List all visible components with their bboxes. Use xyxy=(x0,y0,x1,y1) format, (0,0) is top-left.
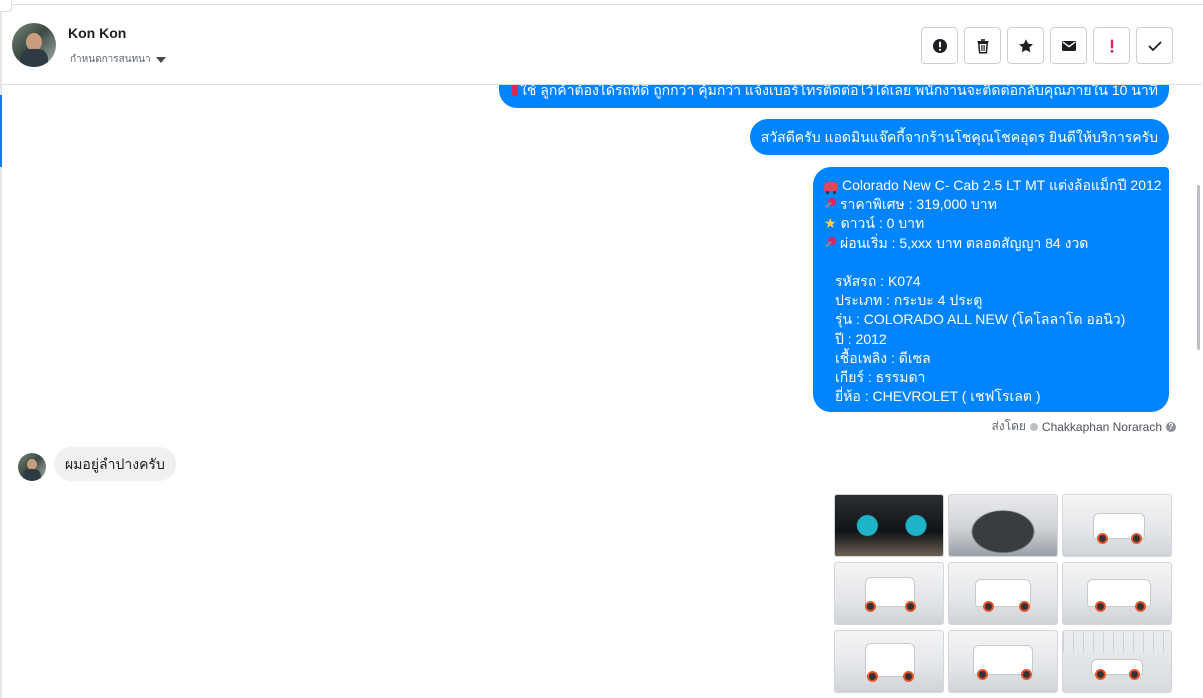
inbox-conversation-view: Kon Kon กำหนดการสนทนา ใช้ ลูกค้าต้องได้ร… xyxy=(0,0,1203,698)
message-thread[interactable]: ใช้ ลูกค้าต้องได้รถที่ดี ถูกกว่า คุ้มกว่… xyxy=(2,85,1196,698)
listing-installment: ผ่อนเริ่ม : 5,xxx บาท ตลอดสัญญา 84 งวด xyxy=(840,234,1089,251)
contact-avatar[interactable] xyxy=(12,23,56,67)
photo-thumbnail[interactable] xyxy=(834,494,944,557)
listing-code: รหัสรถ : K074 xyxy=(835,272,921,289)
photo-thumbnail[interactable] xyxy=(834,630,944,693)
photo-thumbnail[interactable] xyxy=(1062,562,1172,625)
spam-button[interactable] xyxy=(921,27,958,64)
help-icon[interactable]: ? xyxy=(1166,421,1176,432)
listing-title: Colorado New C- Cab 2.5 LT MT แต่งล้อแม็… xyxy=(842,177,1162,193)
sent-by-label: ส่งโดย xyxy=(991,419,1026,433)
conversation-actions xyxy=(921,27,1173,64)
listing-price: ราคาพิเศษ : 319,000 บาท xyxy=(840,196,997,213)
outgoing-message[interactable]: ใช้ ลูกค้าต้องได้รถที่ดี ถูกกว่า คุ้มกว่… xyxy=(499,85,1169,108)
checkmark-icon xyxy=(1148,41,1161,51)
photo-thumbnail[interactable] xyxy=(1062,630,1172,693)
caret-down-icon xyxy=(155,56,166,63)
mark-done-button[interactable] xyxy=(1136,27,1173,64)
photo-thumbnail[interactable] xyxy=(948,630,1058,693)
photo-attachment-grid xyxy=(834,494,1174,693)
listing-year: ปี : 2012 xyxy=(835,330,887,347)
incoming-message-text: ผมอยู่ลำปางครับ xyxy=(65,456,165,472)
car-emoji-icon xyxy=(824,182,838,194)
listing-type: ประเภท : กระบะ 4 ประตู xyxy=(835,292,983,309)
mark-unread-button[interactable] xyxy=(1050,27,1087,64)
alert-circle-icon xyxy=(932,38,947,53)
sent-by-info: ส่งโดย Chakkaphan Norarach ? xyxy=(991,417,1176,436)
contact-name[interactable]: Kon Kon xyxy=(68,25,126,41)
verified-icon xyxy=(1029,422,1038,431)
star-emoji-icon: ★ xyxy=(824,215,837,232)
photo-thumbnail[interactable] xyxy=(1062,494,1172,557)
envelope-icon xyxy=(1061,40,1076,51)
outgoing-message-text: สวัสดีครับ แอดมินแจ๊คกี้จากร้านโชคุณโชคอ… xyxy=(760,129,1158,145)
outgoing-message[interactable]: สวัสดีครับ แอดมินแจ๊คกี้จากร้านโชคุณโชคอ… xyxy=(749,119,1169,155)
conversation-header: Kon Kon กำหนดการสนทนา xyxy=(2,5,1202,85)
photo-thumbnail[interactable] xyxy=(834,562,944,625)
delete-button[interactable] xyxy=(964,27,1001,64)
sent-by-agent[interactable]: Chakkaphan Norarach xyxy=(1042,420,1162,434)
listing-gear: เกียร์ : ธรรมดา xyxy=(835,368,926,385)
conversation-stage-label: กำหนดการสนทนา xyxy=(70,54,151,65)
star-icon xyxy=(1018,38,1033,52)
outgoing-message-text: ใช้ ลูกค้าต้องได้รถที่ดี ถูกกว่า คุ้มกว่… xyxy=(510,85,1158,98)
scrollbar[interactable] xyxy=(1197,185,1200,350)
incoming-message[interactable]: ผมอยู่ลำปางครับ xyxy=(54,447,176,481)
pushpin-emoji-icon xyxy=(824,198,836,210)
photo-thumbnail[interactable] xyxy=(948,562,1058,625)
exclamation-icon xyxy=(1110,39,1113,53)
follow-up-button[interactable] xyxy=(1093,27,1130,64)
listing-model: รุ่น : COLORADO ALL NEW (โคโลลาโด ออนิว) xyxy=(835,311,1126,328)
listing-fuel: เชื้อเพลิง : ดีเซล xyxy=(835,349,931,366)
corner-tab[interactable] xyxy=(0,0,12,12)
listing-brand: ยี่ห้อ : CHEVROLET ( เชฟโรเลต ) xyxy=(835,388,1041,405)
conversation-stage-dropdown[interactable]: กำหนดการสนทนา xyxy=(70,52,166,67)
photo-thumbnail[interactable] xyxy=(948,494,1058,557)
listing-down: ดาวน์ : 0 บาท xyxy=(840,215,925,232)
star-button[interactable] xyxy=(1007,27,1044,64)
trash-icon xyxy=(977,38,988,54)
sender-avatar[interactable] xyxy=(18,453,46,481)
exclamation-emoji-icon xyxy=(512,85,519,96)
outgoing-listing-message[interactable]: Colorado New C- Cab 2.5 LT MT แต่งล้อแม็… xyxy=(813,167,1169,412)
pushpin-emoji-icon xyxy=(824,236,836,249)
